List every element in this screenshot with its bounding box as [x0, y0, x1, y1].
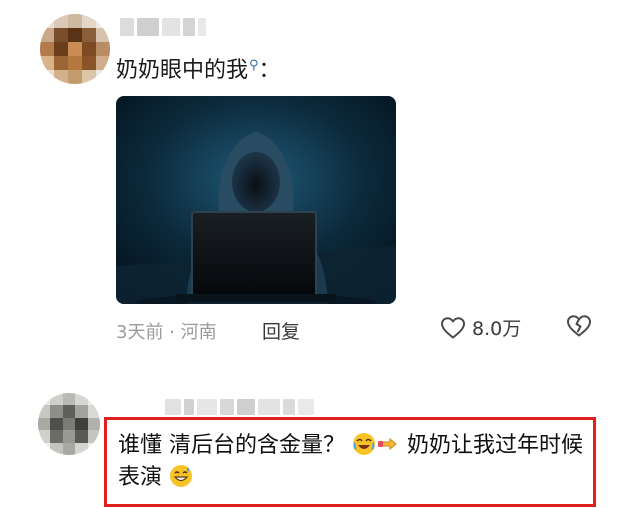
- broken-heart-icon: [566, 315, 592, 337]
- dislike-button[interactable]: [566, 314, 592, 342]
- username-blurred[interactable]: [165, 399, 314, 415]
- heart-outline-icon: [440, 316, 466, 339]
- comment-meta: 3天前 · 河南: [116, 322, 217, 343]
- grinning-sweat-emoji-icon: [170, 465, 193, 487]
- comment-text-part1: 谁懂 清后台的含金量？: [118, 433, 345, 458]
- pointing-hand-emoji-icon: [378, 437, 397, 451]
- reply-button[interactable]: 回复: [262, 317, 300, 344]
- like-count: 8.0万: [472, 318, 522, 340]
- comment-text-main: 奶奶眼中的我: [116, 58, 249, 83]
- comment-text: 奶奶眼中的我⚲：: [116, 52, 281, 84]
- rofl-emoji-icon: [353, 433, 375, 455]
- username-blurred[interactable]: [120, 18, 206, 36]
- comment-text: 谁懂 清后台的含金量？ 奶奶让我过年时候表演: [118, 430, 590, 494]
- search-icon[interactable]: ⚲: [249, 58, 259, 73]
- like-button[interactable]: 8.0万: [440, 314, 521, 341]
- comment-text-colon: ：: [258, 58, 281, 83]
- pixelated-avatar-image: [38, 393, 100, 455]
- avatar[interactable]: [38, 393, 100, 455]
- comment-image[interactable]: [116, 96, 396, 304]
- hacker-laptop-image: [116, 96, 396, 304]
- avatar[interactable]: [40, 14, 110, 84]
- pixelated-avatar-image: [40, 14, 110, 84]
